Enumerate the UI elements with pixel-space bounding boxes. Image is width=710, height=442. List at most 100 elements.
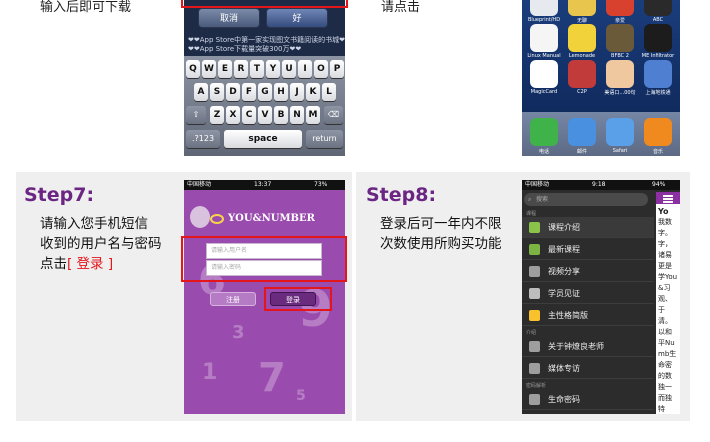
keyboard-key[interactable]: I bbox=[298, 60, 312, 78]
keyboard-key[interactable]: V bbox=[258, 106, 272, 124]
status-time: 9:18 bbox=[592, 181, 606, 188]
keyboard-key[interactable]: D bbox=[226, 83, 240, 101]
step7-desc-line: 请输入您手机短信 bbox=[40, 216, 148, 232]
dock-app-icon[interactable] bbox=[644, 118, 672, 146]
keyboard-key[interactable]: O bbox=[314, 60, 328, 78]
menu-item[interactable]: 主性格简版 bbox=[522, 305, 654, 326]
keyboard-key[interactable]: W bbox=[202, 60, 216, 78]
keyboard-key[interactable]: N bbox=[290, 106, 304, 124]
step8-description: 登录后可一年内不限 次数使用所购买功能 bbox=[380, 214, 502, 254]
keyboard-key[interactable]: A bbox=[194, 83, 208, 101]
highlight-box bbox=[264, 287, 332, 311]
status-carrier: 中国移动 bbox=[187, 181, 212, 188]
app-label: BFBC 2 bbox=[611, 53, 629, 59]
menu-item[interactable]: 视频分享 bbox=[522, 261, 654, 282]
menu-item[interactable]: 最新课程 bbox=[522, 239, 654, 260]
keyboard-key[interactable]: R bbox=[234, 60, 248, 78]
app-icon[interactable] bbox=[530, 24, 558, 52]
app-icon[interactable] bbox=[606, 24, 634, 52]
brand-name: YOU&NUMBER bbox=[228, 213, 315, 224]
bg-digit: 1 bbox=[202, 360, 218, 385]
menu-section-label: 课程 bbox=[526, 211, 537, 217]
app-icon[interactable] bbox=[606, 0, 634, 16]
menu-item[interactable]: 课程介绍 bbox=[522, 217, 654, 238]
menu-item-icon bbox=[529, 288, 540, 299]
menu-item-label: 关于钟燎良老师 bbox=[548, 342, 604, 351]
app-icon[interactable] bbox=[644, 24, 672, 52]
step7-desc-action: [ 登录 ] bbox=[67, 256, 114, 272]
dock-app-label: 邮件 bbox=[576, 149, 587, 155]
keyboard-key[interactable]: space bbox=[224, 130, 302, 148]
keyboard-key[interactable]: return bbox=[306, 130, 343, 148]
step7-description: 请输入您手机短信 收到的用户名与密码 点击[ 登录 ] bbox=[40, 214, 162, 274]
tutorial-page: 输入后即可下载 请点击 取消 好 ❤❤App Store中第一家实现图文书籍阅读… bbox=[0, 0, 710, 442]
app-icon[interactable] bbox=[644, 60, 672, 88]
app-label: Blueprint/HD bbox=[527, 17, 561, 23]
menu-item[interactable]: 学员见证 bbox=[522, 283, 654, 304]
menu-item[interactable]: 媒体专访 bbox=[522, 358, 654, 379]
keyboard-key[interactable]: J bbox=[290, 83, 304, 101]
keyboard-key[interactable]: Q bbox=[186, 60, 200, 78]
home-screen-screenshot: Blueprint/HD 无聊 亲爱 ABC Linux Manual Lemonade B… bbox=[522, 0, 680, 156]
dock-app-label: Safari bbox=[612, 148, 628, 154]
status-carrier: 中国移动 bbox=[525, 181, 550, 188]
search-input[interactable]: 搜索 bbox=[524, 193, 648, 206]
menu-item-label: 视频分享 bbox=[548, 267, 580, 276]
content-body: 我数字。字，诸易更是学You &习观、于清。以和平Numb生命密的数独一而独特 bbox=[658, 218, 678, 413]
menu-item-icon bbox=[529, 341, 540, 352]
keyboard-key[interactable]: .?123 bbox=[186, 130, 220, 148]
alert-cancel-button[interactable]: 取消 bbox=[198, 8, 260, 28]
app-label: 无聊 bbox=[576, 18, 587, 24]
step8-title: Step8: bbox=[366, 184, 437, 206]
keyboard-key[interactable]: G bbox=[258, 83, 272, 101]
step8-desc-line: 登录后可一年内不限 bbox=[380, 216, 502, 232]
app-label: MagicCard bbox=[530, 89, 558, 95]
dock-app-icon[interactable] bbox=[530, 118, 558, 146]
keyboard-key[interactable]: H bbox=[274, 83, 288, 101]
keyboard-key[interactable]: K bbox=[306, 83, 320, 101]
app-icon[interactable] bbox=[644, 0, 672, 16]
backspace-icon[interactable]: ⌫ bbox=[324, 106, 343, 124]
keyboard-key[interactable]: T bbox=[250, 60, 264, 78]
keyboard-screenshot: 取消 好 ❤❤App Store中第一家实现图文书籍阅读的书城❤❤ ❤❤App … bbox=[184, 0, 345, 156]
menu-item[interactable]: 生命密码 bbox=[522, 389, 654, 410]
app-icon[interactable] bbox=[530, 0, 558, 16]
dock-app-label: 音乐 bbox=[652, 149, 663, 155]
keyboard-key[interactable]: Y bbox=[266, 60, 280, 78]
step7-title: Step7: bbox=[24, 184, 95, 206]
app-icon[interactable] bbox=[606, 60, 634, 88]
menu-icon[interactable] bbox=[656, 192, 680, 204]
keyboard: Q W E R T Y U I O P A S D F G H J K L ⇧ Z X C V B N M ⌫ .?123 space re… bbox=[184, 56, 345, 156]
dock-app-icon[interactable] bbox=[606, 118, 634, 146]
alert-text-line: ❤❤App Store下载量突破300万❤❤ bbox=[188, 45, 302, 53]
keyboard-key[interactable]: X bbox=[226, 106, 240, 124]
menu-item-icon bbox=[529, 244, 540, 255]
register-button[interactable]: 注册 bbox=[210, 292, 256, 306]
menu-item[interactable]: 关于钟燎良老师 bbox=[522, 336, 654, 357]
alert-ok-button[interactable]: 好 bbox=[266, 8, 328, 28]
status-battery: 73% bbox=[314, 181, 328, 188]
keyboard-key[interactable]: Z bbox=[210, 106, 224, 124]
app-label: 美语口...00句 bbox=[604, 90, 636, 96]
keyboard-key[interactable]: F bbox=[242, 83, 256, 101]
step8-desc-line: 次数使用所购买功能 bbox=[380, 236, 502, 252]
app-icon[interactable] bbox=[568, 24, 596, 52]
keyboard-key[interactable]: U bbox=[282, 60, 296, 78]
app-icon[interactable] bbox=[568, 0, 596, 16]
keyboard-key[interactable]: S bbox=[210, 83, 224, 101]
status-time: 13:37 bbox=[254, 181, 272, 188]
app-icon[interactable] bbox=[530, 60, 558, 88]
bg-digit: 3 bbox=[232, 322, 245, 343]
shift-icon[interactable]: ⇧ bbox=[186, 106, 206, 124]
status-bar: 中国移动 9:18 94% bbox=[522, 180, 680, 190]
keyboard-key[interactable]: L bbox=[322, 83, 336, 101]
status-battery: 94% bbox=[652, 181, 666, 188]
keyboard-key[interactable]: B bbox=[274, 106, 288, 124]
dock-app-icon[interactable] bbox=[568, 118, 596, 146]
step7-desc-line: 点击[ 登录 ] bbox=[40, 254, 162, 274]
keyboard-key[interactable]: C bbox=[242, 106, 256, 124]
keyboard-key[interactable]: P bbox=[330, 60, 344, 78]
app-icon[interactable] bbox=[568, 60, 596, 88]
keyboard-key[interactable]: M bbox=[306, 106, 320, 124]
keyboard-key[interactable]: E bbox=[218, 60, 232, 78]
